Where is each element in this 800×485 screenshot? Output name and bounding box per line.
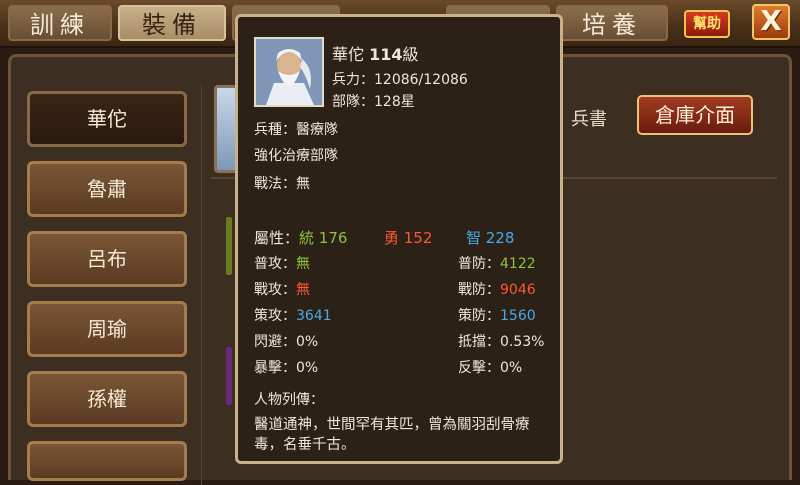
troops-line: 兵力：12086/12086	[332, 69, 468, 89]
equip-slot-edge	[226, 347, 232, 405]
equip-slot-edge	[226, 217, 232, 275]
attributes-line: 屬性：統 176	[254, 227, 347, 248]
tab-training[interactable]: 訓練	[8, 5, 112, 41]
attr-lead: 統 176	[299, 229, 348, 247]
troops-label: 兵力：	[332, 72, 374, 88]
tactic: 戰法：無	[254, 176, 310, 192]
stat-row: 反擊：0%	[458, 357, 522, 377]
hero-list: 華佗 魯肅 呂布 周瑜 孫權	[25, 85, 202, 485]
stat-label: 抵擋：	[458, 334, 500, 350]
hero-info-card: 華佗 114級 兵力：12086/12086 部隊：128星 兵種：醫療隊 強化…	[235, 14, 563, 464]
stat-row: 戰攻：無	[254, 279, 310, 299]
attr-brave: 勇 152	[384, 229, 433, 247]
attr-int: 智 228	[466, 229, 515, 247]
stat-value: 4122	[500, 256, 536, 272]
stat-label: 戰防：	[458, 282, 500, 298]
stat-value: 1560	[500, 308, 536, 324]
tab-equipment[interactable]: 裝備	[118, 5, 226, 41]
stat-value: 無	[296, 282, 310, 298]
stat-row: 閃避：0%	[254, 331, 318, 351]
bio-label: 人物列傳：	[254, 392, 324, 408]
hero-level: 114	[369, 45, 403, 64]
hero-item-lubu[interactable]: 呂布	[27, 231, 187, 287]
hero-item-sunquan[interactable]: 孫權	[27, 371, 187, 427]
hero-item-zhouyu[interactable]: 周瑜	[27, 301, 187, 357]
troop-type: 兵種：醫療隊	[254, 122, 338, 138]
stat-label: 反擊：	[458, 360, 500, 376]
hero-name-line: 華佗 114級	[332, 41, 419, 65]
hero-name: 華佗	[332, 45, 365, 64]
stat-label: 戰攻：	[254, 282, 296, 298]
stat-value: 0%	[500, 360, 523, 376]
stat-label: 暴擊：	[254, 360, 296, 376]
stat-value: 無	[296, 256, 310, 272]
stat-value: 0.53%	[500, 334, 545, 350]
unit-value: 128星	[374, 94, 415, 110]
stat-label: 普攻：	[254, 256, 296, 272]
warehouse-button[interactable]: 倉庫介面	[637, 95, 753, 135]
partial-label: 兵書	[571, 109, 607, 130]
stat-value: 0%	[296, 360, 319, 376]
skill-desc: 強化治療部隊	[254, 148, 338, 164]
stat-row: 普防：4122	[458, 253, 536, 273]
stat-row: 策攻：3641	[254, 305, 332, 325]
hero-item-huatuo[interactable]: 華佗	[27, 91, 187, 147]
hero-avatar	[254, 37, 324, 107]
stat-label: 策攻：	[254, 308, 296, 324]
tab-cultivate[interactable]: 培養	[556, 5, 668, 41]
stat-row: 抵擋：0.53%	[458, 331, 544, 351]
unit-line: 部隊：128星	[332, 91, 415, 111]
help-button[interactable]: 幫助	[684, 10, 730, 38]
hero-level-unit: 級	[402, 45, 419, 64]
stat-value: 3641	[296, 308, 332, 324]
stat-label: 普防：	[458, 256, 500, 272]
stat-row: 暴擊：0%	[254, 357, 318, 377]
hero-item-lusu[interactable]: 魯肅	[27, 161, 187, 217]
stat-row: 戰防：9046	[458, 279, 536, 299]
close-button[interactable]: X	[752, 4, 790, 40]
unit-label: 部隊：	[332, 94, 374, 110]
stat-label: 策防：	[458, 308, 500, 324]
hero-item-next[interactable]	[27, 441, 187, 481]
stat-value: 9046	[500, 282, 536, 298]
stat-row: 策防：1560	[458, 305, 536, 325]
attr-label: 屬性：	[254, 229, 300, 247]
stat-row: 普攻：無	[254, 253, 310, 273]
stat-value: 0%	[296, 334, 319, 350]
bio-text: 醫道通神，世間罕有其匹，曾為關羽刮骨療毒，名垂千古。	[254, 417, 530, 453]
troops-value: 12086/12086	[374, 72, 468, 88]
stat-label: 閃避：	[254, 334, 296, 350]
